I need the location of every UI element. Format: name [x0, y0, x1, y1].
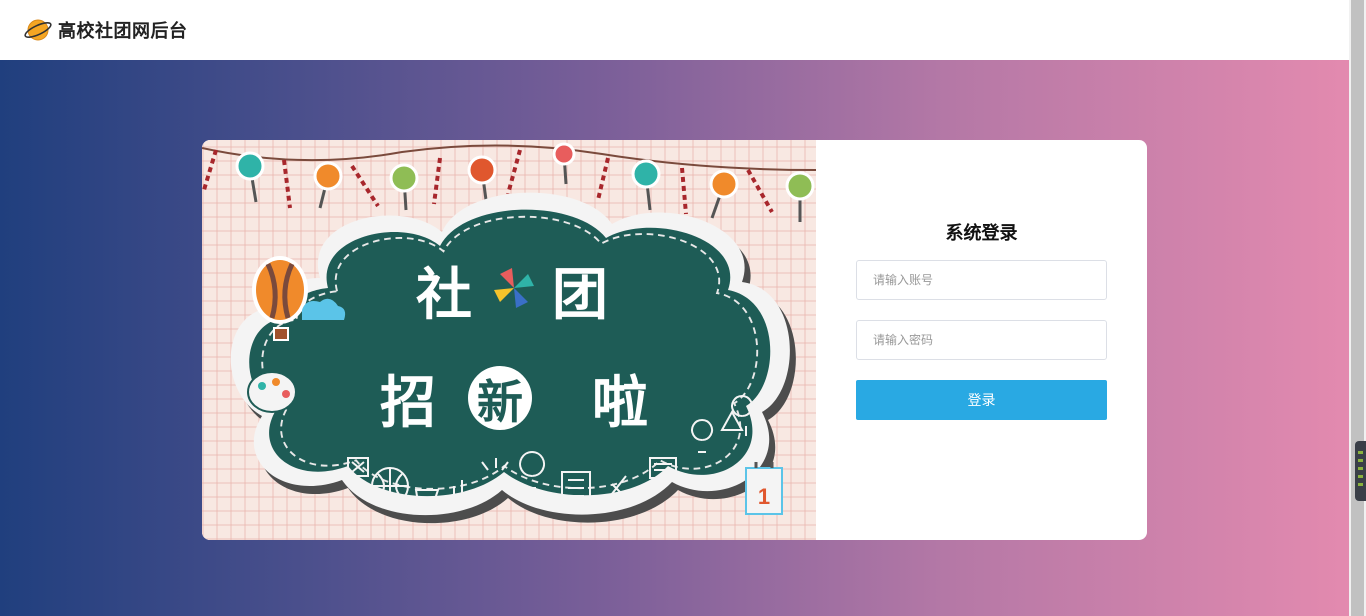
banner-text-tuan: 团: [552, 263, 608, 328]
calendar-icon: 1: [745, 462, 783, 515]
banner-text-la: 啦: [592, 371, 648, 436]
vertical-scrollbar[interactable]: [1349, 0, 1366, 616]
svg-text:1: 1: [758, 484, 770, 509]
password-input[interactable]: [857, 321, 1106, 359]
site-header: 高校社团网后台: [0, 0, 1349, 60]
login-card: 1 社 团 招 新 啦 系统登录 请输入账号 登录: [202, 140, 1147, 540]
banner-text-xin: 新: [477, 375, 523, 429]
account-field: [856, 260, 1107, 300]
site-title: 高校社团网后台: [58, 21, 188, 42]
password-field: [856, 320, 1107, 360]
login-page-background: 1 社 团 招 新 啦 系统登录 请输入账号 登录: [0, 60, 1349, 616]
paint-palette-icon: [247, 371, 297, 413]
banner-text-she: 社: [416, 263, 472, 328]
side-widget-handle[interactable]: [1355, 441, 1366, 501]
club-recruitment-banner: 1 社 团 招 新 啦: [202, 140, 816, 540]
login-title: 系统登录: [945, 223, 1018, 244]
planet-icon: [24, 19, 52, 41]
login-button[interactable]: 登录: [856, 380, 1107, 420]
banner-text-zhao: 招: [380, 371, 436, 436]
scrollbar-thumb[interactable]: [1351, 0, 1364, 616]
login-form: 系统登录 登录: [816, 140, 1147, 540]
account-input[interactable]: [857, 261, 1106, 299]
